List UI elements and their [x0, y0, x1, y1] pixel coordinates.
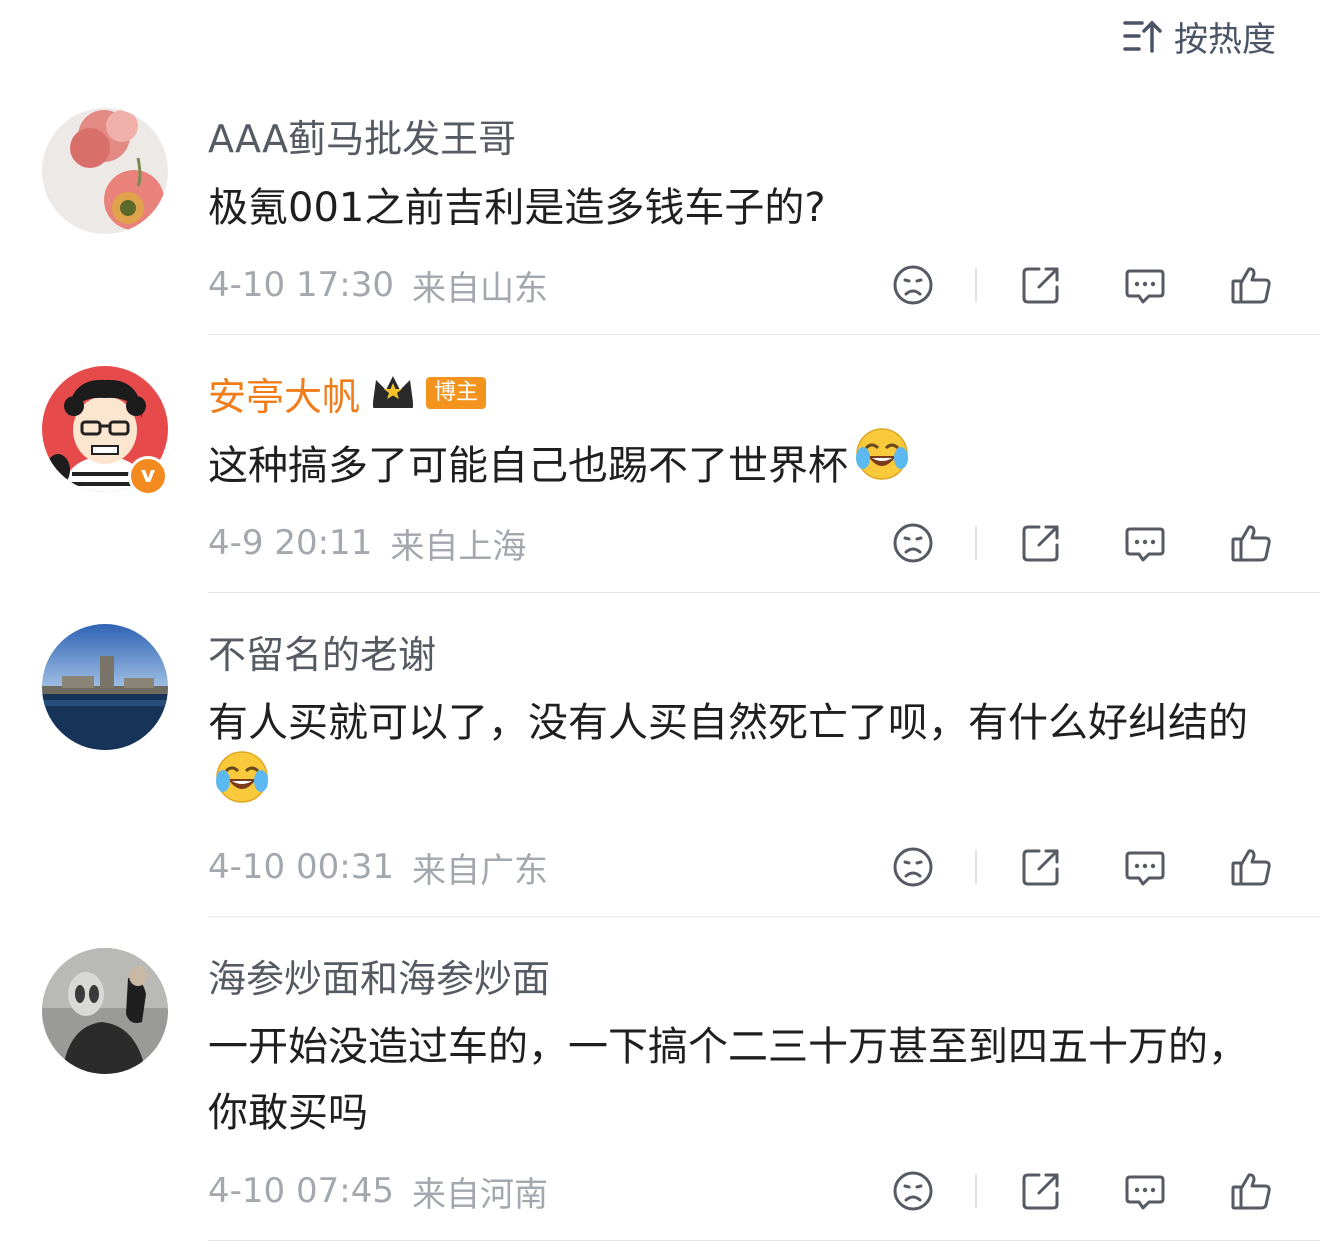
comment-text: 有人买就可以了，没有人买自然死亡了呗，有什么好纠结的 — [208, 690, 1283, 825]
reply-button[interactable] — [1120, 842, 1170, 892]
share-button[interactable] — [1016, 260, 1066, 310]
action-divider — [975, 850, 977, 884]
like-icon — [1229, 521, 1273, 565]
reply-icon — [1123, 263, 1167, 307]
divider — [208, 916, 1320, 917]
comment-time: 4-9 20:11 — [208, 523, 373, 563]
divider — [208, 592, 1320, 593]
dislike-button[interactable] — [888, 842, 938, 892]
share-icon — [1019, 1169, 1063, 1213]
dislike-icon — [891, 263, 935, 307]
crown-icon — [370, 372, 416, 414]
action-divider — [975, 526, 977, 560]
comment-location: 来自上海 — [390, 526, 527, 567]
like-icon — [1229, 1169, 1273, 1213]
share-icon — [1019, 521, 1063, 565]
avatar[interactable] — [42, 948, 168, 1074]
reply-button[interactable] — [1120, 1166, 1170, 1216]
like-icon — [1229, 263, 1273, 307]
dislike-icon — [891, 845, 935, 889]
comment-location: 来自河南 — [411, 1174, 548, 1215]
dislike-icon — [891, 521, 935, 565]
like-button[interactable] — [1226, 518, 1276, 568]
dislike-button[interactable] — [888, 260, 938, 310]
share-button[interactable] — [1016, 518, 1066, 568]
username[interactable]: 海参炒面和海参炒面 — [208, 948, 550, 1003]
sort-label: 按热度 — [1174, 19, 1276, 60]
reply-icon — [1123, 845, 1167, 889]
laugh-cry-emoji — [854, 426, 910, 502]
comment-time: 4-10 07:45 — [208, 1171, 394, 1211]
divider — [208, 1240, 1320, 1241]
divider — [208, 334, 1320, 335]
username[interactable]: 不留名的老谢 — [208, 624, 436, 679]
comment-location: 来自广东 — [411, 850, 548, 891]
reply-icon — [1123, 1169, 1167, 1213]
share-button[interactable] — [1016, 1166, 1066, 1216]
share-icon — [1019, 263, 1063, 307]
dislike-button[interactable] — [888, 518, 938, 568]
like-button[interactable] — [1226, 842, 1276, 892]
username[interactable]: 安亭大帆 — [208, 366, 360, 421]
action-divider — [975, 268, 977, 302]
reply-button[interactable] — [1120, 260, 1170, 310]
sort-hot-icon — [1122, 18, 1162, 54]
comment-time: 4-10 00:31 — [208, 847, 394, 887]
like-icon — [1229, 845, 1273, 889]
reply-button[interactable] — [1120, 518, 1170, 568]
comment-text: 这种搞多了可能自己也踢不了世界杯 — [208, 428, 1283, 502]
dislike-icon — [891, 1169, 935, 1213]
username[interactable]: AAA蓟马批发王哥 — [208, 108, 516, 163]
blogger-tag: 博主 — [426, 377, 487, 409]
comment-time: 4-10 17:30 — [208, 265, 394, 305]
share-icon — [1019, 845, 1063, 889]
avatar[interactable] — [42, 624, 168, 750]
verified-badge: v — [128, 456, 168, 496]
sort-by-hot-button[interactable]: 按热度 — [1122, 14, 1276, 60]
comment-location: 来自山东 — [411, 268, 548, 309]
like-button[interactable] — [1226, 1166, 1276, 1216]
comment-text: 一开始没造过车的，一下搞个二三十万甚至到四五十万的，你敢买吗 — [208, 1024, 1248, 1136]
like-button[interactable] — [1226, 260, 1276, 310]
share-button[interactable] — [1016, 842, 1066, 892]
avatar[interactable] — [42, 108, 168, 234]
comment-text: 极氪001之前吉利是造多钱车子的? — [208, 185, 826, 231]
laugh-cry-emoji — [214, 749, 270, 825]
reply-icon — [1123, 521, 1167, 565]
action-divider — [975, 1174, 977, 1208]
dislike-button[interactable] — [888, 1166, 938, 1216]
